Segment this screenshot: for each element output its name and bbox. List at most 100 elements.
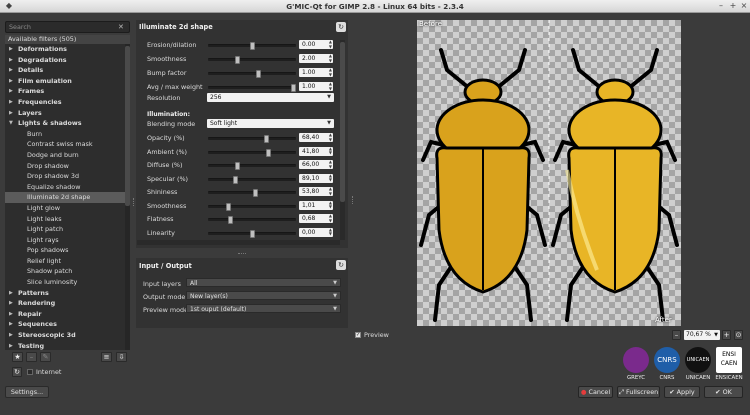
chevron-right-icon[interactable]: ▶ [9, 341, 13, 350]
zoom-reset-icon[interactable]: ⊙ [734, 330, 743, 340]
filter-category[interactable]: ▶ Sequences [5, 319, 130, 330]
filter-item[interactable]: Illuminate 2d shape [5, 192, 130, 203]
expand-collapse-icon[interactable]: ≡ [101, 352, 112, 362]
preview-mode-select[interactable]: 1st ouput (default) ▼ [186, 304, 341, 313]
blending-select[interactable]: Soft light ▼ [207, 119, 334, 128]
filter-category[interactable]: ▶ Frames [5, 86, 130, 97]
filter-item[interactable]: Equalize shadow [5, 182, 130, 193]
chevron-right-icon[interactable]: ▶ [9, 65, 13, 76]
resolution-select[interactable]: 256 ▼ [207, 93, 334, 102]
param-slider[interactable] [208, 135, 296, 143]
filter-item[interactable]: Contrast swiss mask [5, 139, 130, 150]
param-value-input[interactable]: 66,00 ▲ ▼ [299, 159, 333, 169]
filter-item[interactable]: Shadow patch [5, 266, 130, 277]
filter-category[interactable]: ▼ Lights & shadows [5, 118, 130, 129]
preview-canvas[interactable]: Before After [417, 20, 681, 326]
spin-icon[interactable]: ▲ ▼ [329, 186, 332, 196]
filter-category[interactable]: ▶ Degradations [5, 55, 130, 66]
params-h-scrollbar[interactable] [137, 240, 340, 245]
param-slider[interactable] [208, 202, 296, 211]
zoom-in-icon[interactable]: + [722, 330, 731, 340]
filter-item[interactable]: Light leaks [5, 214, 130, 225]
output-mode-select[interactable]: New layer(s) ▼ [186, 291, 341, 300]
preview-checkbox[interactable]: ✓ [355, 332, 361, 338]
rename-favorite-icon[interactable]: ✎ [40, 352, 51, 362]
param-value-input[interactable]: 1,01 ▲ ▼ [299, 200, 333, 210]
reset-io-icon[interactable]: ↻ [336, 260, 346, 270]
minimize-icon[interactable]: – [716, 1, 726, 11]
update-filters-icon[interactable]: ⇩ [116, 352, 127, 362]
filter-item[interactable]: Light rays [5, 235, 130, 246]
param-value-input[interactable]: 68,40 ▲ ▼ [299, 132, 333, 142]
reset-params-icon[interactable]: ↻ [336, 22, 346, 32]
param-slider[interactable] [208, 56, 296, 64]
spin-icon[interactable]: ▲ ▼ [329, 146, 332, 156]
slider-handle[interactable] [235, 162, 241, 170]
param-slider[interactable] [208, 175, 296, 184]
clear-search-icon[interactable]: ✕ [118, 23, 126, 31]
chevron-right-icon[interactable]: ▶ [9, 108, 13, 119]
slider-handle[interactable] [227, 216, 233, 224]
filter-category[interactable]: ▶ Testing [5, 341, 130, 350]
filter-tree-scrollbar[interactable] [125, 44, 130, 350]
slider-handle[interactable] [249, 42, 255, 50]
chevron-right-icon[interactable]: ▶ [9, 44, 13, 55]
filter-item[interactable]: Drop shadow [5, 161, 130, 172]
chevron-right-icon[interactable]: ▶ [9, 298, 13, 309]
slider-handle[interactable] [226, 202, 232, 211]
spin-icon[interactable]: ▲ ▼ [329, 132, 332, 142]
spin-icon[interactable]: ▲ ▼ [329, 159, 332, 169]
cancel-button[interactable]: ● Cancel [578, 386, 613, 398]
spin-icon[interactable]: ▲ ▼ [329, 53, 332, 63]
left-splitter[interactable] [133, 198, 135, 206]
chevron-down-icon[interactable]: ▼ [9, 118, 13, 129]
slider-handle[interactable] [291, 84, 296, 92]
param-slider[interactable] [208, 70, 296, 78]
chevron-right-icon[interactable]: ▶ [9, 97, 13, 108]
panel-splitter[interactable] [238, 253, 246, 255]
filter-item[interactable]: Drop shadow 3d [5, 171, 130, 182]
param-value-input[interactable]: 0,00 ▲ ▼ [299, 227, 333, 237]
spin-icon[interactable]: ▲ ▼ [329, 67, 332, 77]
filter-category[interactable]: ▶ Film emulation [5, 76, 130, 87]
filter-category[interactable]: ▶ Deformations [5, 44, 130, 55]
filter-item[interactable]: Slice luminosity [5, 277, 130, 288]
right-splitter[interactable] [352, 196, 354, 204]
ok-button[interactable]: ✔ OK [704, 386, 743, 398]
filter-category[interactable]: ▶ Rendering [5, 298, 130, 309]
param-value-input[interactable]: 1.00 ▲ ▼ [299, 81, 333, 91]
slider-handle[interactable] [249, 229, 255, 238]
filter-category[interactable]: ▶ Layers [5, 108, 130, 119]
slider-handle[interactable] [232, 175, 238, 184]
param-slider[interactable] [208, 148, 296, 157]
apply-button[interactable]: ✔ Apply [664, 386, 700, 398]
chevron-right-icon[interactable]: ▶ [9, 76, 13, 87]
filter-category[interactable]: ▶ Patterns [5, 288, 130, 299]
param-slider[interactable] [208, 216, 296, 224]
filter-category[interactable]: ▶ Repair [5, 309, 130, 320]
param-value-input[interactable]: 0,68 ▲ ▼ [299, 213, 333, 223]
param-slider[interactable] [208, 189, 296, 197]
chevron-right-icon[interactable]: ▶ [9, 55, 13, 66]
fullscreen-button[interactable]: ⤢ Fullscreen [617, 386, 660, 398]
spin-icon[interactable]: ▲ ▼ [329, 200, 332, 210]
slider-handle[interactable] [252, 189, 258, 197]
param-slider[interactable] [208, 229, 296, 238]
chevron-right-icon[interactable]: ▶ [9, 288, 13, 299]
slider-handle[interactable] [264, 135, 270, 143]
param-value-input[interactable]: 89,10 ▲ ▼ [299, 173, 333, 183]
spin-icon[interactable]: ▲ ▼ [329, 173, 332, 183]
params-scrollbar[interactable] [340, 40, 345, 240]
chevron-right-icon[interactable]: ▶ [9, 319, 13, 330]
filter-tree[interactable]: ▶ Deformations ▶ Degradations ▶ Details ▶ Film … [5, 44, 130, 350]
filter-item[interactable]: Burn [5, 129, 130, 140]
search-input[interactable]: Search ✕ [5, 21, 130, 33]
refresh-icon[interactable]: ↻ [12, 367, 22, 377]
filter-item[interactable]: Dodge and burn [5, 150, 130, 161]
spin-icon[interactable]: ▲ ▼ [329, 39, 332, 49]
param-value-input[interactable]: 1.00 ▲ ▼ [299, 67, 333, 77]
chevron-right-icon[interactable]: ▶ [9, 309, 13, 320]
param-slider[interactable] [208, 162, 296, 170]
close-icon[interactable]: × [739, 1, 749, 11]
param-slider[interactable] [208, 42, 296, 50]
